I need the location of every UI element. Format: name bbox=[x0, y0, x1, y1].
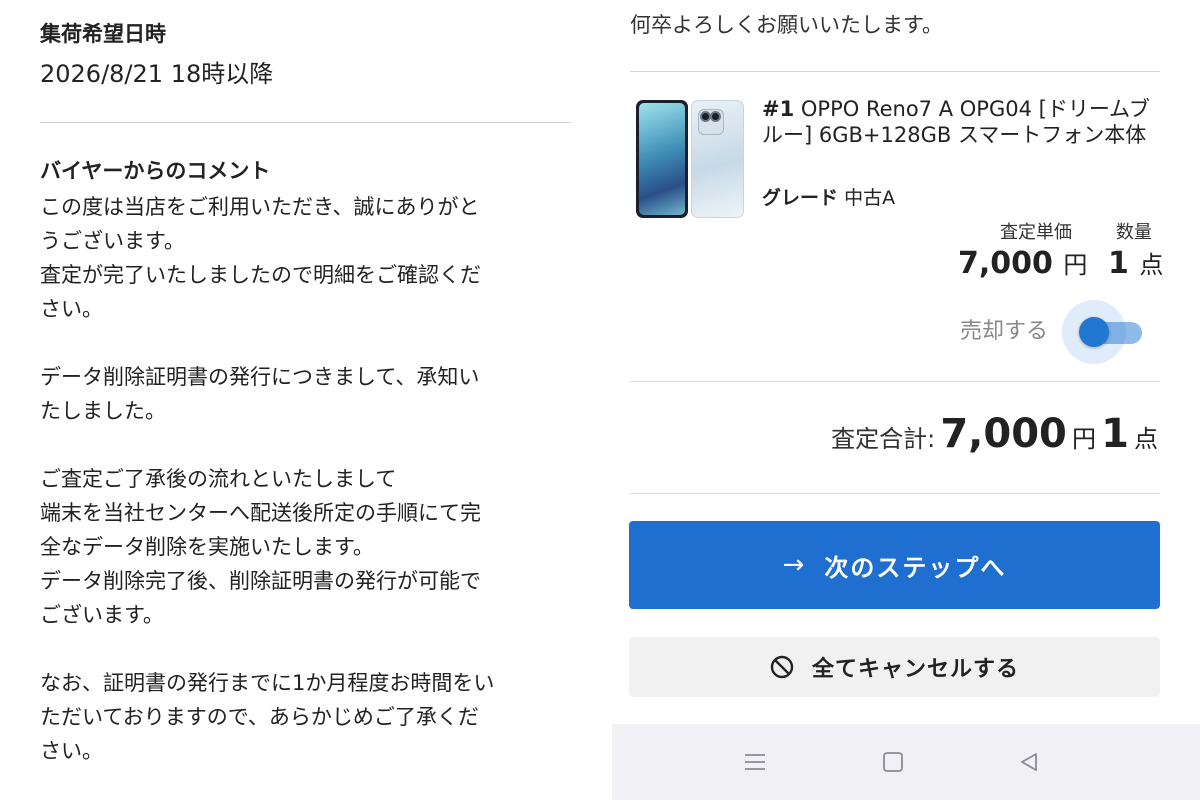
toggle-knob[interactable] bbox=[1079, 317, 1109, 347]
cancel-all-button[interactable]: 全てキャンセルする bbox=[629, 637, 1160, 697]
sell-toggle-label: 売却する bbox=[960, 319, 1049, 344]
total-label: 査定合計: bbox=[831, 425, 936, 453]
comment-line: データ削除完了後、削除証明書の発行が可能で bbox=[40, 569, 481, 593]
greeting-text: 何卒よろしくお願いいたします。 bbox=[630, 13, 943, 37]
comment-line: たしました。 bbox=[40, 399, 166, 423]
comment-line: 端末を当社センターへ配送後所定の手順にて完 bbox=[40, 501, 481, 525]
comment-line: なお、証明書の発行までに1か月程度お時間をい bbox=[40, 671, 495, 695]
comment-line: ご査定ご了承後の流れといたしまして bbox=[40, 467, 397, 491]
comment-line: うございます。 bbox=[40, 229, 185, 253]
pickup-datetime-value: 2026/8/21 18時以降 bbox=[40, 60, 274, 88]
comment-line bbox=[40, 428, 570, 462]
comment-line: この度は当店をご利用いただき、誠にありがと bbox=[40, 195, 480, 219]
total-amount: 7,000 bbox=[940, 411, 1067, 457]
product-name: OPPO Reno7 A OPG04 [ドリームブルー] 6GB+128GB ス… bbox=[762, 97, 1150, 147]
menu-icon[interactable] bbox=[743, 750, 767, 774]
assessment-total: 査定合計: 7,000 円 1 点 bbox=[831, 411, 1158, 457]
back-triangle-icon[interactable] bbox=[1017, 750, 1041, 774]
comment-line: さい。 bbox=[40, 739, 103, 763]
product-title[interactable]: #1 OPPO Reno7 A OPG04 [ドリームブルー] 6GB+128G… bbox=[762, 96, 1162, 148]
quantity: 1 点 bbox=[1108, 244, 1163, 285]
camera-module-icon bbox=[698, 109, 724, 135]
quantity-unit: 点 bbox=[1139, 251, 1164, 279]
quantity-label: 数量 bbox=[1116, 222, 1152, 243]
comment-line: データ削除証明書の発行につきまして、承知い bbox=[40, 365, 480, 389]
divider bbox=[630, 493, 1160, 494]
phone-front-image bbox=[636, 100, 688, 218]
total-quantity-unit: 点 bbox=[1134, 425, 1158, 453]
total-quantity: 1 bbox=[1101, 411, 1129, 457]
pickup-datetime-label: 集荷希望日時 bbox=[40, 22, 166, 46]
arrow-right-icon: → bbox=[782, 550, 805, 580]
system-navigation-bar bbox=[612, 724, 1200, 800]
unit-price-label: 査定単価 bbox=[1000, 222, 1072, 243]
phone-back-image bbox=[691, 100, 744, 218]
smartphone-image bbox=[636, 100, 744, 218]
buyer-info-panel: 集荷希望日時 2026/8/21 18時以降 バイヤーからのコメント この度は当… bbox=[0, 0, 600, 800]
cancel-all-label: 全てキャンセルする bbox=[811, 657, 1019, 682]
total-currency: 円 bbox=[1071, 425, 1096, 453]
next-step-button[interactable]: → 次のステップへ bbox=[629, 521, 1160, 609]
comment-line: ただいておりますので、あらかじめご了承くだ bbox=[40, 705, 479, 729]
comment-line: 査定が完了いたしましたので明細をご確認くだ bbox=[40, 263, 481, 287]
comment-line: 全なデータ削除を実施いたします。 bbox=[40, 535, 374, 559]
buyer-comment-body: この度は当店をご利用いただき、誠にありがと うございます。 査定が完了いたしまし… bbox=[40, 190, 570, 768]
divider bbox=[40, 122, 571, 123]
home-square-icon[interactable] bbox=[881, 750, 905, 774]
item-number: #1 bbox=[762, 97, 795, 121]
grade-value: 中古A bbox=[844, 187, 896, 209]
product-grade: グレード 中古A bbox=[762, 184, 895, 212]
prohibit-icon bbox=[770, 655, 794, 679]
grade-label: グレード bbox=[762, 187, 839, 209]
unit-price-currency: 円 bbox=[1063, 251, 1088, 279]
unit-price-value: 7,000 bbox=[958, 246, 1053, 281]
comment-line bbox=[40, 632, 570, 666]
sell-toggle[interactable] bbox=[1062, 300, 1146, 364]
next-step-label: 次のステップへ bbox=[824, 553, 1007, 582]
buyer-comment-label: バイヤーからのコメント bbox=[40, 159, 271, 183]
divider bbox=[630, 71, 1160, 72]
assessment-panel: 何卒よろしくお願いいたします。 #1 OPPO Reno7 A OPG04 [ド… bbox=[600, 0, 1200, 800]
comment-line: ございます。 bbox=[40, 603, 164, 627]
quantity-value: 1 bbox=[1108, 246, 1129, 281]
unit-price: 7,000 円 bbox=[958, 244, 1087, 285]
divider bbox=[630, 381, 1160, 382]
comment-line bbox=[40, 326, 570, 360]
comment-line: さい。 bbox=[40, 297, 103, 321]
